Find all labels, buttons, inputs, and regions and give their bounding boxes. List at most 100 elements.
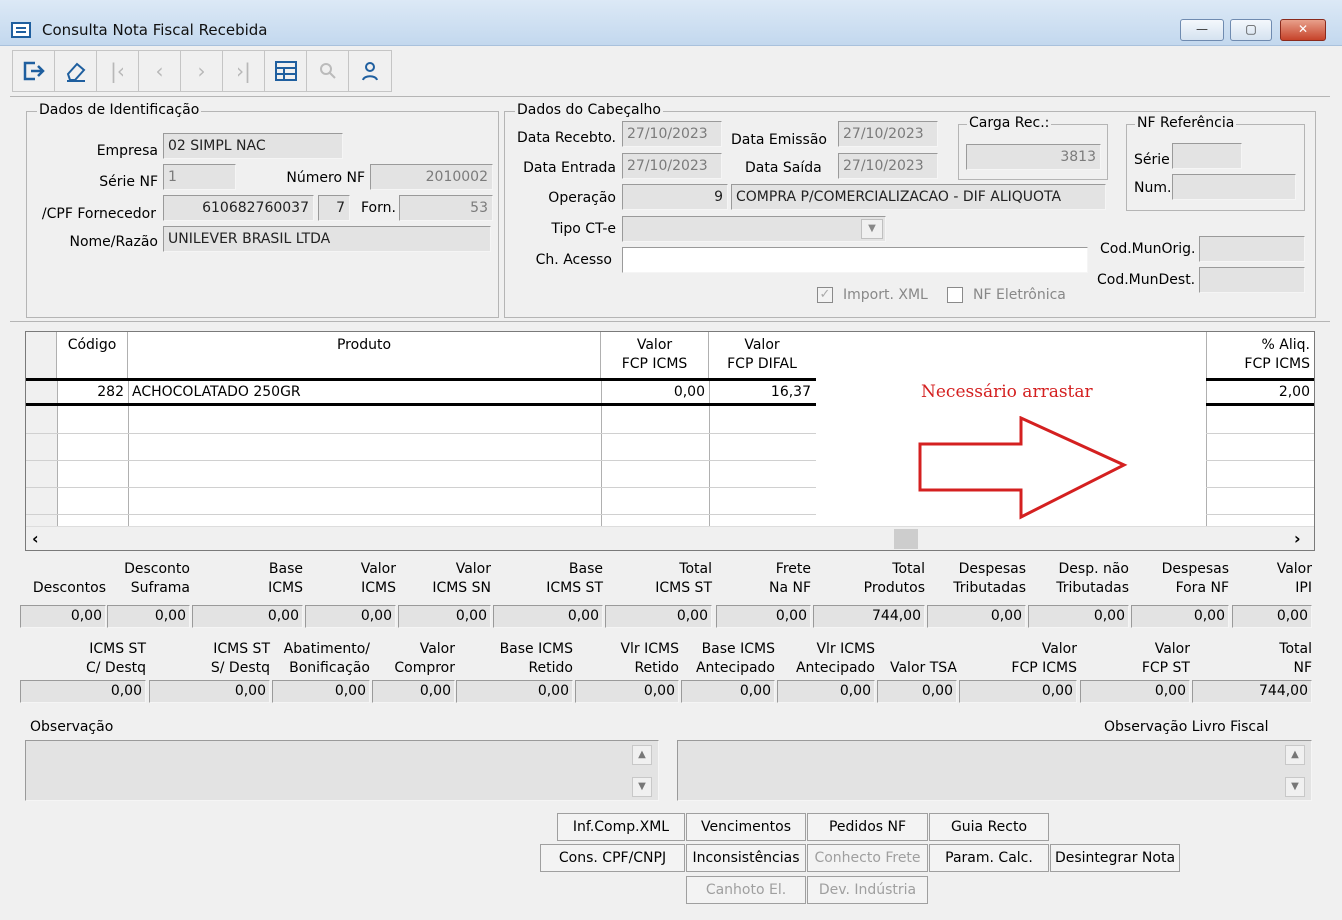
- data-emissao-field[interactable]: 27/10/2023: [838, 121, 938, 147]
- tipo-cte-label: Tipo CT-e: [551, 221, 616, 237]
- horizontal-scrollbar[interactable]: ‹ ›: [26, 526, 1314, 550]
- totals1-value[interactable]: 0,00: [927, 605, 1026, 628]
- desintegrar-nota-button[interactable]: Desintegrar Nota: [1050, 844, 1180, 872]
- totals1-value[interactable]: 0,00: [305, 605, 396, 628]
- numero-field[interactable]: 2010002: [370, 164, 493, 190]
- eraser-icon[interactable]: [55, 51, 97, 91]
- totals1-label: Descontos: [20, 560, 106, 598]
- scrollbar-thumb[interactable]: [894, 529, 918, 549]
- totals1-value[interactable]: 0,00: [716, 605, 811, 628]
- nf-referencia-legend: NF Referência: [1135, 115, 1237, 131]
- totals1-value[interactable]: 0,00: [1131, 605, 1229, 628]
- label-line-2: FCP ICMS: [1011, 660, 1077, 676]
- cpf-field[interactable]: 610682760037: [163, 195, 314, 221]
- tipo-cte-select[interactable]: [622, 216, 886, 242]
- search-icon[interactable]: [307, 51, 349, 91]
- cpf-dv-field[interactable]: 7: [318, 195, 350, 221]
- totals1-value[interactable]: 0,00: [605, 605, 712, 628]
- chevron-down-icon[interactable]: ▼: [861, 219, 883, 239]
- scroll-down-icon[interactable]: ▼: [1285, 777, 1305, 797]
- nf-eletronica-checkbox[interactable]: [947, 287, 963, 303]
- scroll-up-icon[interactable]: ▲: [1285, 745, 1305, 765]
- data-entrada-field[interactable]: 27/10/2023: [622, 153, 722, 179]
- totals1-value[interactable]: 0,00: [493, 605, 603, 628]
- totals2-value[interactable]: 0,00: [372, 680, 455, 703]
- cons-cpf-button[interactable]: Cons. CPF/CNPJ: [540, 844, 685, 872]
- table-row-aliq[interactable]: 2,00: [1206, 378, 1314, 406]
- exit-icon[interactable]: [13, 51, 55, 91]
- aliq-fcp-header[interactable]: % Aliq. FCP ICMS: [1206, 332, 1314, 378]
- scroll-right-icon[interactable]: ›: [1294, 529, 1301, 548]
- label-line-2: ICMS: [268, 580, 303, 596]
- scroll-down-icon[interactable]: ▼: [632, 777, 652, 797]
- totals2-value[interactable]: 0,00: [959, 680, 1077, 703]
- totals2-value[interactable]: 744,00: [1192, 680, 1312, 703]
- last-record-icon[interactable]: ›|: [223, 51, 265, 91]
- import-xml-checkbox[interactable]: ✓: [817, 287, 833, 303]
- totals1-value[interactable]: 0,00: [1028, 605, 1129, 628]
- fcp-icms-header[interactable]: Valor FCP ICMS: [601, 332, 709, 378]
- totals2-value[interactable]: 0,00: [1080, 680, 1190, 703]
- user-icon[interactable]: [349, 51, 391, 91]
- codigo-header[interactable]: Código: [57, 332, 128, 378]
- first-record-icon[interactable]: |‹: [97, 51, 139, 91]
- totals1-value[interactable]: 0,00: [1232, 605, 1312, 628]
- forn-field[interactable]: 53: [399, 195, 493, 221]
- operacao-desc-field[interactable]: COMPRA P/COMERCIALIZACAO - DIF ALIQUOTA: [731, 184, 1106, 210]
- totals2-value[interactable]: 0,00: [272, 680, 370, 703]
- totals2-value[interactable]: 0,00: [777, 680, 875, 703]
- totals1-value[interactable]: 0,00: [20, 605, 106, 628]
- serie-field[interactable]: 1: [163, 164, 236, 190]
- carga-field[interactable]: 3813: [966, 144, 1101, 170]
- minimize-button[interactable]: —: [1180, 19, 1224, 41]
- operacao-code-field[interactable]: 9: [622, 184, 728, 210]
- codmundest-field[interactable]: [1199, 267, 1305, 293]
- row-fcp-difal: 16,37: [770, 384, 811, 400]
- nome-field[interactable]: UNILEVER BRASIL LTDA: [163, 226, 491, 252]
- label-line-1: Total: [679, 561, 712, 577]
- close-button[interactable]: ✕: [1280, 19, 1326, 41]
- canhoto-button[interactable]: Canhoto El.: [686, 876, 806, 904]
- items-grid[interactable]: Código Produto Valor FCP ICMS Valor FCP …: [25, 331, 1315, 551]
- inconsistencias-button[interactable]: Inconsistências: [686, 844, 806, 872]
- produto-header[interactable]: Produto: [128, 332, 601, 378]
- observacao-field[interactable]: [25, 740, 659, 801]
- totals1-value[interactable]: 0,00: [192, 605, 303, 628]
- maximize-button[interactable]: ▢: [1230, 19, 1272, 41]
- inf-comp-xml-button[interactable]: Inf.Comp.XML: [557, 813, 685, 841]
- ch-acesso-field[interactable]: [622, 247, 1088, 273]
- dev-industria-button[interactable]: Dev. Indústria: [807, 876, 928, 904]
- totals2-value[interactable]: 0,00: [575, 680, 679, 703]
- totals1-label: Despesas Tributadas: [927, 560, 1026, 598]
- codmunorig-label: Cod.MunOrig.: [1100, 241, 1196, 257]
- data-receb-field[interactable]: 27/10/2023: [622, 121, 722, 147]
- table-row[interactable]: 282 ACHOCOLATADO 250GR 0,00 16,37: [26, 378, 816, 406]
- nfref-num-field[interactable]: [1172, 174, 1296, 200]
- guia-recto-button[interactable]: Guia Recto: [929, 813, 1049, 841]
- conhecto-frete-button[interactable]: Conhecto Frete: [807, 844, 928, 872]
- data-saida-field[interactable]: 27/10/2023: [838, 153, 938, 179]
- table-icon[interactable]: [265, 51, 307, 91]
- totals2-value[interactable]: 0,00: [877, 680, 957, 703]
- nfref-serie-field[interactable]: [1172, 143, 1242, 169]
- pedidos-nf-button[interactable]: Pedidos NF: [807, 813, 928, 841]
- empresa-field[interactable]: 02 SIMPL NAC: [163, 133, 343, 159]
- vencimentos-button[interactable]: Vencimentos: [686, 813, 806, 841]
- totals2-value[interactable]: 0,00: [20, 680, 146, 703]
- scroll-up-icon[interactable]: ▲: [632, 745, 652, 765]
- param-calc-button[interactable]: Param. Calc.: [929, 844, 1049, 872]
- totals1-value[interactable]: 0,00: [398, 605, 491, 628]
- totals2-value[interactable]: 0,00: [681, 680, 775, 703]
- totals1-value[interactable]: 744,00: [813, 605, 925, 628]
- previous-record-icon[interactable]: ‹: [139, 51, 181, 91]
- totals2-value[interactable]: 0,00: [456, 680, 573, 703]
- fcp-difal-header[interactable]: Valor FCP DIFAL: [709, 332, 815, 378]
- totals2-label: Base ICMS Antecipado: [681, 640, 775, 678]
- totals2-value[interactable]: 0,00: [149, 680, 270, 703]
- label-line-1: ICMS ST: [213, 641, 270, 657]
- next-record-icon[interactable]: ›: [181, 51, 223, 91]
- scroll-left-icon[interactable]: ‹: [32, 529, 39, 548]
- codmunorig-field[interactable]: [1199, 236, 1305, 262]
- totals1-value[interactable]: 0,00: [107, 605, 190, 628]
- observacao-livro-field[interactable]: [677, 740, 1312, 801]
